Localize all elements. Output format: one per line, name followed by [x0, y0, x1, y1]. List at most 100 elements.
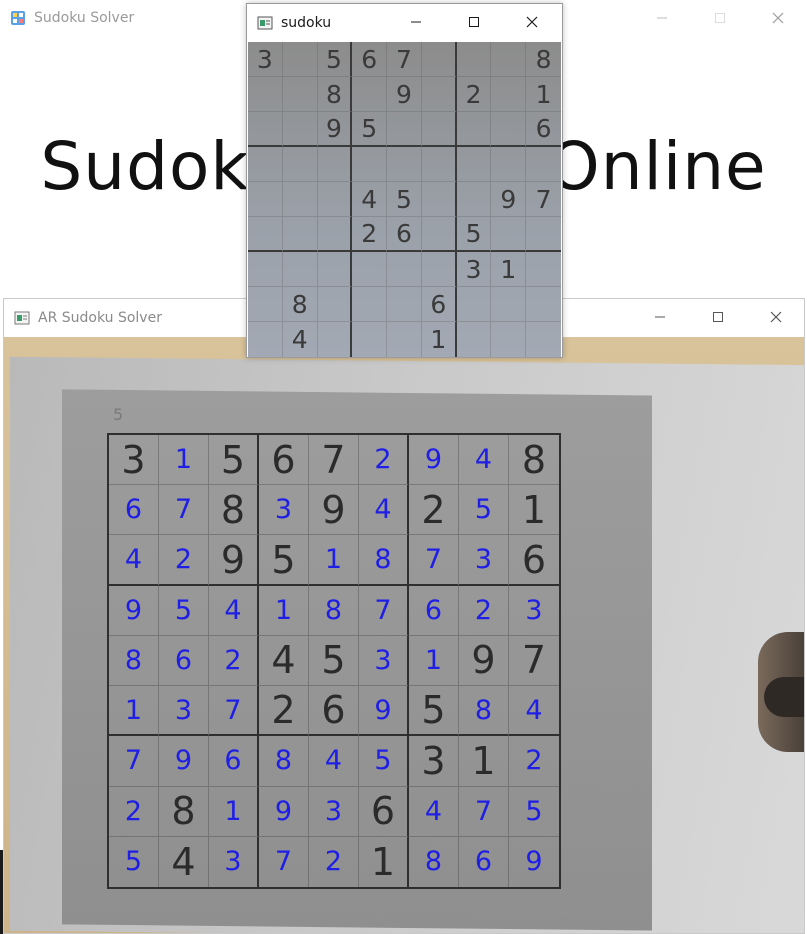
puzzle-cell: 5 — [317, 42, 353, 77]
maximize-icon — [713, 312, 723, 322]
maximize-icon — [715, 13, 725, 23]
puzzle-cell: 1 — [526, 77, 561, 112]
puzzle-cell — [456, 182, 492, 217]
puzzle-cell: 2 — [456, 77, 492, 112]
puzzle-cell: 6 — [421, 287, 457, 322]
given-digit-cell: 6 — [309, 686, 359, 737]
puzzle-cell: 3 — [248, 42, 283, 77]
puzzle-cell — [491, 77, 527, 112]
solved-digit-cell: 2 — [459, 585, 509, 636]
puzzle-cell — [456, 287, 492, 322]
puzzle-cell: 5 — [352, 112, 388, 147]
puzzle-cell — [317, 147, 353, 182]
puzzle-cell — [387, 112, 422, 147]
solved-digit-cell: 7 — [209, 686, 259, 737]
puzzle-cell — [248, 217, 283, 252]
solved-digit-cell: 1 — [159, 435, 209, 486]
puzzle-cell: 2 — [352, 217, 388, 252]
background-window-title: Sudoku Solver — [34, 10, 135, 26]
background-maximize-button[interactable] — [691, 0, 749, 36]
solved-digit-cell: 2 — [159, 535, 209, 586]
sudoku-window: sudoku 3567889219564597265318641 — [246, 3, 563, 358]
sudoku-minimize-button[interactable] — [387, 4, 445, 40]
puzzle-cell: 7 — [387, 42, 422, 77]
ar-sudoku-grid: 3156729486783942514295187369541876238624… — [107, 433, 561, 889]
solved-digit-cell: 3 — [459, 535, 509, 586]
puzzle-cell — [421, 217, 457, 252]
given-digit-cell: 2 — [259, 686, 309, 737]
sudoku-close-button[interactable] — [503, 4, 561, 40]
puzzle-cell — [387, 287, 422, 322]
puzzle-cell — [318, 322, 353, 357]
puzzle-cell: 7 — [526, 182, 561, 217]
solved-digit-cell: 6 — [109, 485, 159, 536]
maximize-icon — [469, 17, 479, 27]
ar-minimize-button[interactable] — [631, 299, 689, 335]
solved-digit-cell: 4 — [409, 786, 459, 837]
puzzle-cell — [387, 322, 422, 357]
sudoku-maximize-button[interactable] — [445, 4, 503, 40]
puzzle-cell: 1 — [491, 252, 527, 287]
ar-maximize-button[interactable] — [689, 299, 747, 335]
puzzle-cell — [317, 287, 353, 322]
given-digit-cell: 1 — [359, 836, 409, 887]
puzzle-cell — [457, 322, 492, 357]
solved-digit-cell: 2 — [209, 635, 259, 687]
puzzle-cell — [282, 182, 318, 217]
given-digit-cell: 5 — [259, 535, 309, 586]
puzzle-cell — [491, 112, 527, 147]
puzzle-cell: 8 — [526, 42, 561, 77]
given-digit-cell: 1 — [459, 736, 509, 787]
given-digit-cell: 5 — [209, 435, 259, 486]
given-digit-cell: 8 — [159, 786, 209, 837]
solved-digit-cell: 1 — [259, 585, 309, 636]
puzzle-cell — [282, 217, 318, 252]
puzzle-cell — [352, 147, 388, 182]
solved-digit-cell: 7 — [109, 736, 159, 787]
given-digit-cell: 9 — [309, 485, 359, 536]
solved-digit-cell: 5 — [509, 787, 559, 837]
ar-sudoku-window: AR Sudoku Solver 5 315672948678394251429… — [3, 298, 805, 934]
solved-digit-cell: 8 — [409, 836, 459, 887]
puzzle-cell — [491, 322, 527, 357]
puzzle-cell: 9 — [317, 112, 353, 147]
puzzle-cell — [248, 322, 283, 357]
puzzle-cell — [248, 182, 283, 217]
puzzle-cell: 4 — [283, 322, 318, 357]
puzzle-cell — [352, 322, 388, 357]
solved-digit-cell: 1 — [109, 686, 159, 737]
background-close-button[interactable] — [749, 0, 807, 36]
solved-digit-cell: 3 — [509, 586, 559, 636]
solved-digit-cell: 9 — [409, 435, 459, 486]
given-digit-cell: 5 — [409, 686, 459, 737]
solved-digit-cell: 5 — [159, 585, 209, 636]
solved-digit-cell: 8 — [359, 535, 409, 586]
puzzle-cell: 3 — [456, 252, 492, 287]
solved-digit-cell: 4 — [359, 485, 409, 536]
solved-digit-cell: 3 — [359, 635, 409, 687]
puzzle-cell — [421, 147, 457, 182]
given-digit-cell: 6 — [359, 786, 409, 837]
puzzle-cell — [456, 147, 492, 182]
puzzle-cell: 6 — [387, 217, 422, 252]
solved-digit-cell: 2 — [509, 736, 559, 787]
camera-feed: 5 31567294867839425142951873695418762386… — [4, 337, 804, 933]
puzzle-cell — [421, 112, 457, 147]
given-digit-cell: 4 — [159, 836, 209, 887]
extracted-sudoku-grid: 3567889219564597265318641 — [248, 42, 561, 357]
solved-digit-cell: 8 — [109, 635, 159, 687]
ar-close-button[interactable] — [747, 299, 804, 335]
sudoku-app-icon — [10, 10, 26, 26]
solved-digit-cell: 5 — [359, 736, 409, 787]
solved-digit-cell: 1 — [209, 786, 259, 837]
sudoku-window-titlebar[interactable]: sudoku — [247, 4, 562, 42]
sudoku-window-title: sudoku — [281, 15, 332, 31]
given-digit-cell: 3 — [409, 736, 459, 787]
close-icon — [772, 12, 784, 24]
puzzle-cell — [282, 42, 318, 77]
puzzle-cell: 4 — [352, 182, 388, 217]
given-digit-cell: 2 — [409, 485, 459, 536]
puzzle-cell — [491, 42, 527, 77]
background-minimize-button[interactable] — [633, 0, 691, 36]
given-digit-cell: 6 — [509, 535, 559, 586]
